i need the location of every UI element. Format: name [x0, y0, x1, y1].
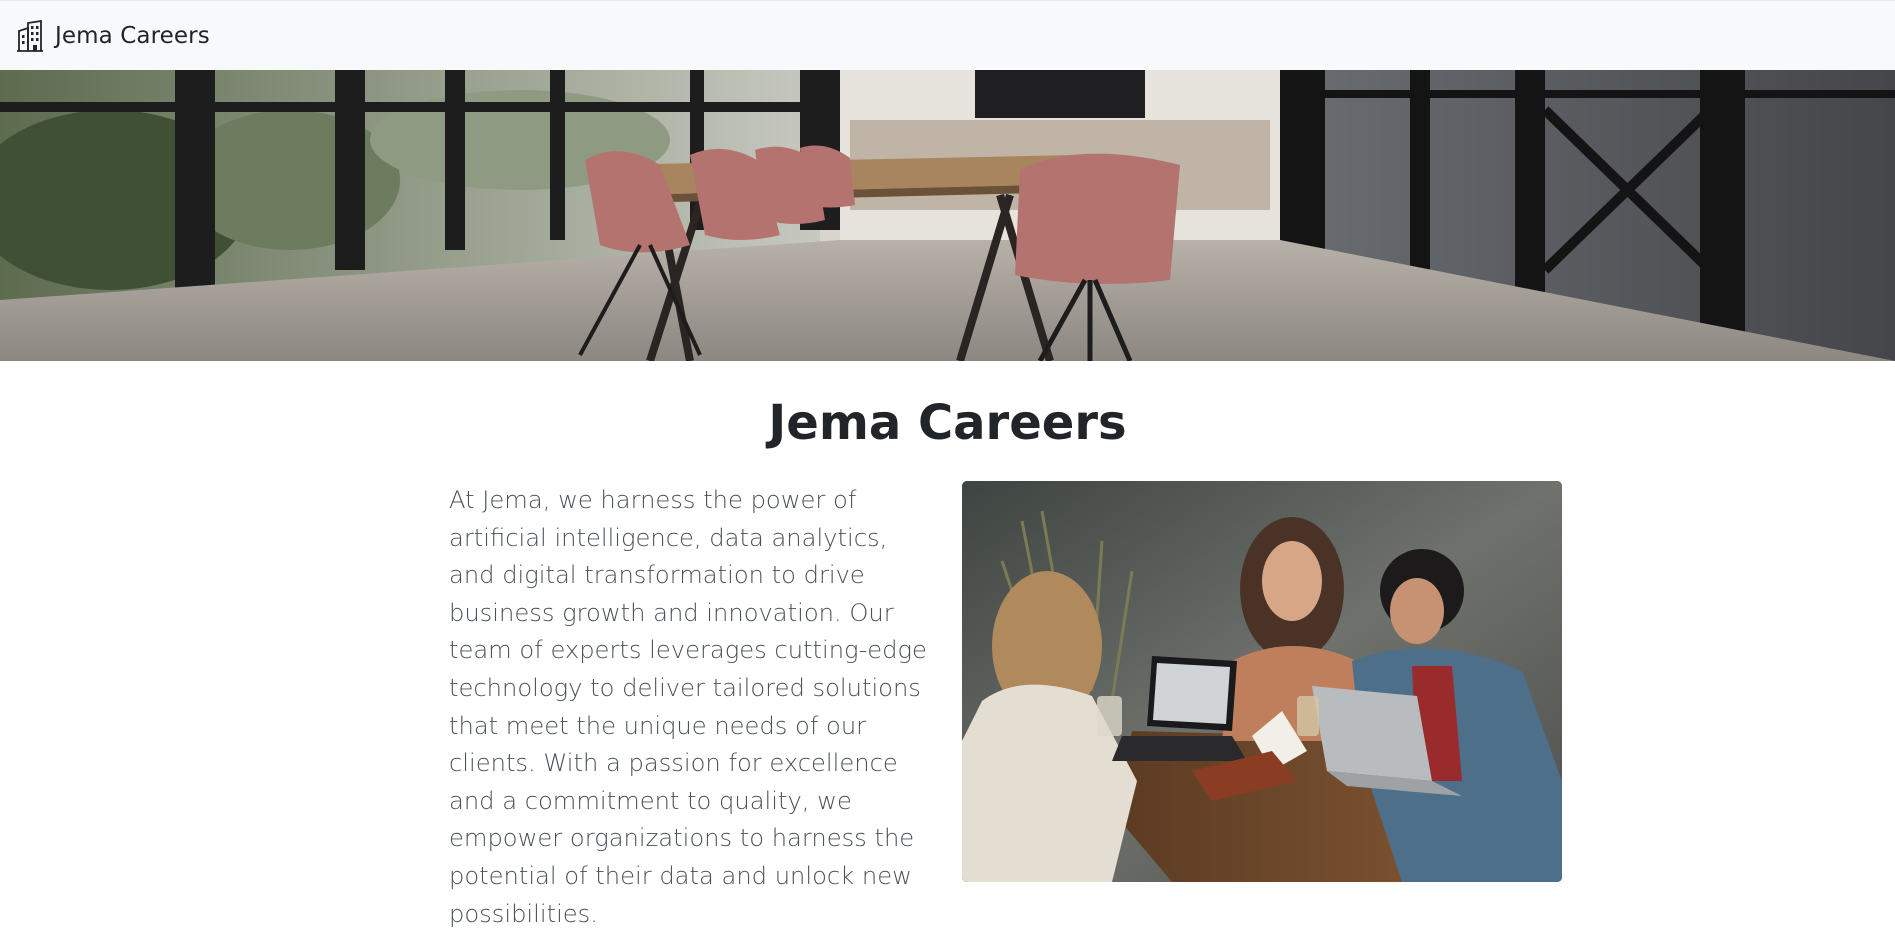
team-collaboration-image: [962, 481, 1562, 882]
hero-banner-image: [0, 70, 1895, 361]
building-icon: [17, 19, 43, 52]
team-photo: [962, 481, 1562, 882]
brand-text: Jema Careers: [55, 22, 210, 49]
navbar: Jema Careers: [0, 0, 1895, 70]
page-title: Jema Careers: [768, 395, 1127, 451]
office-meeting-room-image: [0, 70, 1895, 361]
navbar-brand[interactable]: Jema Careers: [15, 19, 210, 52]
intro-paragraph: At Jema, we harness the power of artific…: [449, 486, 927, 928]
